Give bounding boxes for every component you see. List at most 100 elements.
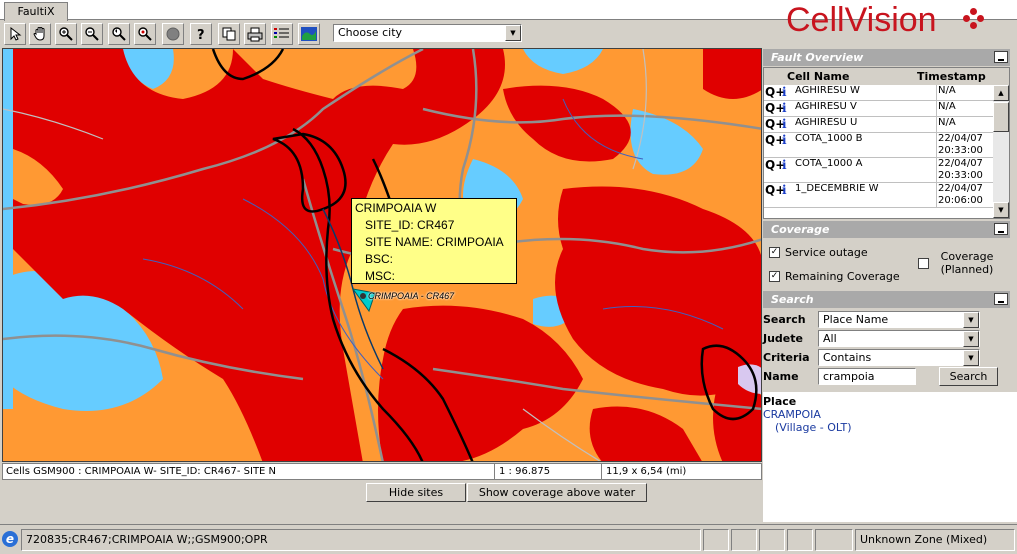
scroll-up-icon[interactable]: ▲ [993, 85, 1009, 101]
status-scale: 1 : 96.875 [496, 464, 602, 479]
search-header: Search [763, 291, 1010, 308]
fault-scrollbar[interactable]: ▲ ▼ [993, 85, 1009, 218]
timestamp: N/A [938, 101, 994, 113]
tooltip-site-name: SITE NAME: CRIMPOAIA [365, 235, 504, 249]
timestamp-time: 20:33:00 [938, 145, 983, 156]
remaining-coverage-checkbox[interactable]: ✓ [769, 271, 780, 282]
map-status-bar: Cells GSM900 : CRIMPOAIA W- SITE_ID: CR4… [2, 463, 762, 480]
row-icons: Q+ i [765, 86, 793, 100]
cell-name: COTA_1000 B [795, 133, 937, 157]
service-outage-checkbox[interactable]: ✓ [769, 247, 780, 258]
cellvision-logo: CellVision [786, 1, 937, 39]
criteria-value: Contains [823, 351, 872, 364]
status-pane-4 [787, 529, 813, 551]
info-icon[interactable]: i [782, 134, 787, 146]
show-coverage-above-water-button[interactable]: Show coverage above water [467, 483, 647, 502]
zoom-previous-icon[interactable] [108, 23, 130, 45]
result-place-detail[interactable]: (Village - OLT) [775, 421, 851, 434]
timestamp-date: N/A [938, 101, 956, 112]
result-place-link[interactable]: CRAMPOIA [763, 408, 821, 421]
timestamp-time: 20:33:00 [938, 170, 983, 181]
timestamp: 22/04/07 20:06:00 [938, 183, 994, 207]
tooltip-bsc: BSC: [365, 252, 394, 266]
table-row[interactable]: Q+ i AGHIRESU W N/A [764, 85, 993, 101]
row-icons: Q+ i [765, 118, 793, 132]
timestamp-date: 22/04/07 [938, 183, 983, 194]
minimize-icon[interactable] [994, 223, 1008, 235]
timestamp-date: 22/04/07 [938, 133, 983, 144]
minimize-icon[interactable] [994, 293, 1008, 305]
row-icons: Q+ i [765, 184, 793, 198]
svg-text:?: ? [197, 28, 205, 42]
zoom-in-icon[interactable] [55, 23, 77, 45]
table-row[interactable]: Q+ i AGHIRESU U N/A [764, 117, 993, 133]
col-timestamp[interactable]: Timestamp [917, 68, 986, 85]
coverage-header: Coverage [763, 221, 1010, 238]
hand-pan-icon[interactable] [29, 23, 51, 45]
status-cells: Cells GSM900 : CRIMPOAIA W- SITE_ID: CR4… [3, 464, 495, 479]
criteria-label: Criteria [763, 351, 810, 364]
coverage-title: Coverage [771, 223, 830, 236]
scroll-thumb[interactable] [993, 102, 1009, 132]
tab-faultix[interactable]: FaultiX [4, 2, 68, 21]
chevron-down-icon[interactable]: ▼ [963, 331, 979, 347]
pointer-icon[interactable] [4, 23, 26, 45]
scroll-down-icon[interactable]: ▼ [993, 202, 1009, 218]
coverage-planned-checkbox[interactable] [918, 258, 929, 269]
city-select[interactable]: Choose city ▼ [333, 24, 522, 42]
timestamp: 22/04/07 20:33:00 [938, 133, 994, 157]
info-icon[interactable]: i [782, 118, 787, 130]
info-icon[interactable]: i [782, 102, 787, 114]
row-icons: Q+ i [765, 134, 793, 148]
row-icons: Q+ i [765, 159, 793, 173]
fault-table-header: Cell Name Timestamp [764, 68, 1009, 85]
judete-select[interactable]: All ▼ [818, 330, 980, 347]
table-row[interactable]: Q+ i COTA_1000 A 22/04/07 20:33:00 [764, 158, 993, 183]
search-button[interactable]: Search [939, 367, 998, 386]
site-marker-label[interactable]: CRIMPOAIA - CR467 [368, 291, 454, 301]
fault-table: Cell Name Timestamp Q+ i AGHIRESU W N/A Q+ i A… [763, 67, 1010, 219]
zoom-extent-icon[interactable] [134, 23, 156, 45]
map-layer-icon[interactable] [298, 23, 320, 45]
chevron-down-icon[interactable]: ▼ [505, 25, 521, 41]
chevron-down-icon[interactable]: ▼ [963, 350, 979, 366]
coverage-planned-label: Coverage (Planned) [940, 250, 994, 276]
status-info: 720835;CR467;CRIMPOAIA W;;GSM900;OPR [21, 529, 701, 551]
status-pane-3 [759, 529, 785, 551]
search-title: Search [771, 293, 814, 306]
search-results: Place CRAMPOIA (Village - OLT) [763, 392, 1017, 522]
chevron-down-icon[interactable]: ▼ [963, 312, 979, 328]
info-icon[interactable]: i [782, 159, 787, 171]
service-outage-label: Service outage [785, 246, 868, 259]
legend-icon[interactable] [271, 23, 293, 45]
info-icon[interactable]: i [782, 184, 787, 196]
judete-value: All [823, 332, 837, 345]
status-zone: Unknown Zone (Mixed) [855, 529, 1015, 551]
info-icon[interactable]: i [782, 86, 787, 98]
tooltip-msc: MSC: [365, 269, 395, 283]
status-pane-1 [703, 529, 729, 551]
table-row[interactable]: Q+ i COTA_1000 B 22/04/07 20:33:00 [764, 133, 993, 158]
table-row[interactable]: Q+ i 1_DECEMBRIE W 22/04/07 20:06:00 [764, 183, 993, 208]
stop-icon[interactable] [162, 23, 184, 45]
timestamp-date: N/A [938, 85, 956, 96]
cell-name: AGHIRESU V [795, 101, 937, 116]
search-type-select[interactable]: Place Name ▼ [818, 311, 980, 328]
row-icons: Q+ i [765, 102, 793, 116]
help-icon[interactable]: ? [190, 23, 212, 45]
fault-overview-title: Fault Overview [771, 51, 864, 64]
cell-name: COTA_1000 A [795, 158, 937, 182]
minimize-icon[interactable] [994, 51, 1008, 63]
col-cell-name[interactable]: Cell Name [787, 68, 849, 85]
table-row[interactable]: Q+ i AGHIRESU V N/A [764, 101, 993, 117]
timestamp: N/A [938, 117, 994, 129]
hide-sites-button[interactable]: Hide sites [366, 483, 466, 502]
tooltip-title: CRIMPOAIA W [355, 201, 437, 215]
zoom-out-icon[interactable] [81, 23, 103, 45]
status-pane-5 [815, 529, 853, 551]
status-pane-2 [731, 529, 757, 551]
name-input[interactable]: crampoia [818, 368, 916, 385]
copy-icon[interactable] [218, 23, 240, 45]
criteria-select[interactable]: Contains ▼ [818, 349, 980, 366]
print-icon[interactable] [244, 23, 266, 45]
